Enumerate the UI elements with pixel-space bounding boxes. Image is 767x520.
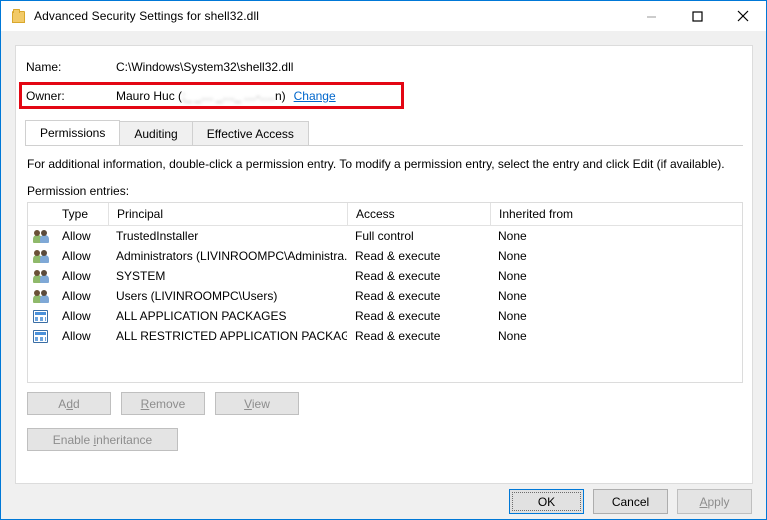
owner-display-name: Mauro Huc ( [116, 88, 183, 103]
users-icon [28, 289, 54, 304]
table-row[interactable]: Allow Users (LIVINROOMPC\Users) Read & exe… [28, 286, 742, 306]
cell-access: Read & execute [355, 249, 441, 263]
table-row[interactable]: Allow TrustedInstaller Full control None [28, 226, 742, 246]
header-icon-spacer [28, 203, 54, 225]
tab-effective-access[interactable]: Effective Access [191, 121, 309, 145]
view-button[interactable]: View [215, 392, 299, 415]
header-access[interactable]: Access [347, 203, 490, 225]
window-controls [628, 1, 766, 31]
cell-type: Allow [62, 329, 91, 343]
cell-inherited-from: None [498, 309, 527, 323]
tab-auditing[interactable]: Auditing [119, 121, 193, 145]
add-button[interactable]: Add [27, 392, 111, 415]
cancel-button[interactable]: Cancel [593, 489, 668, 514]
owner-redacted-email: ;_ _.... _...._ ....-..... [182, 88, 275, 103]
table-header-row: Type Principal Access Inherited from [28, 203, 742, 226]
cell-principal: Administrators (LIVINROOMPC\Administra..… [116, 249, 347, 263]
change-owner-link[interactable]: Change [294, 89, 336, 103]
table-body: Allow TrustedInstaller Full control None All… [28, 226, 742, 346]
tab-strip: Permissions Auditing Effective Access [25, 120, 743, 146]
advanced-security-settings-window: Advanced Security Settings for shell32.d… [0, 0, 767, 520]
cell-inherited-from: None [498, 249, 527, 263]
owner-value: Mauro Huc (;_ _.... _...._ ....-.....n) [116, 89, 286, 103]
cell-access: Read & execute [355, 269, 441, 283]
app-package-icon [28, 329, 54, 343]
info-text: For additional information, double-click… [27, 157, 725, 171]
cell-access: Read & execute [355, 289, 441, 303]
table-row[interactable]: Allow ALL APPLICATION PACKAGES Read & exec… [28, 306, 742, 326]
folder-icon [10, 8, 26, 24]
cell-access: Read & execute [355, 329, 441, 343]
cell-type: Allow [62, 249, 91, 263]
users-icon [28, 249, 54, 264]
cell-inherited-from: None [498, 229, 527, 243]
entry-action-buttons: Add Remove View [27, 392, 299, 415]
table-row[interactable]: Allow Administrators (LIVINROOMPC\Adminis… [28, 246, 742, 266]
header-inherited-from[interactable]: Inherited from [490, 203, 742, 225]
cell-principal: TrustedInstaller [116, 229, 199, 243]
close-button[interactable] [720, 1, 766, 31]
enable-inheritance-button[interactable]: Enable inheritance [27, 428, 178, 451]
permission-entries-label: Permission entries: [27, 184, 130, 198]
permission-entries-table[interactable]: Type Principal Access Inherited from All… [27, 202, 743, 383]
cell-type: Allow [62, 289, 91, 303]
header-type[interactable]: Type [54, 203, 108, 225]
title-bar[interactable]: Advanced Security Settings for shell32.d… [1, 1, 766, 31]
table-row[interactable]: Allow ALL RESTRICTED APPLICATION PACKAGES… [28, 326, 742, 346]
users-icon [28, 229, 54, 244]
ok-button[interactable]: OK [509, 489, 584, 514]
dialog-footer: OK Cancel Apply [1, 484, 766, 519]
cell-principal: ALL APPLICATION PACKAGES [116, 309, 287, 323]
cell-principal: ALL RESTRICTED APPLICATION PACKAGES [116, 329, 347, 343]
content-panel: Name: C:\Windows\System32\shell32.dll Ow… [15, 45, 753, 484]
maximize-button[interactable] [674, 1, 720, 31]
remove-button[interactable]: Remove [121, 392, 205, 415]
cell-inherited-from: None [498, 269, 527, 283]
name-value: C:\Windows\System32\shell32.dll [116, 60, 294, 74]
cell-principal: Users (LIVINROOMPC\Users) [116, 289, 278, 303]
cell-type: Allow [62, 229, 91, 243]
name-label: Name: [26, 60, 62, 74]
cell-type: Allow [62, 309, 91, 323]
tab-permissions[interactable]: Permissions [25, 120, 121, 145]
app-package-icon [28, 309, 54, 323]
users-icon [28, 269, 54, 284]
table-row[interactable]: Allow SYSTEM Read & execute None [28, 266, 742, 286]
permissions-tab-panel: For additional information, double-click… [25, 145, 743, 479]
owner-value-end: n) [274, 88, 286, 103]
window-title: Advanced Security Settings for shell32.d… [34, 9, 259, 23]
cell-type: Allow [62, 269, 91, 283]
cell-inherited-from: None [498, 289, 527, 303]
owner-highlight-box: Owner: Mauro Huc (;_ _.... _...._ ....-.… [19, 82, 404, 109]
header-principal[interactable]: Principal [108, 203, 347, 225]
name-row: Name: C:\Windows\System32\shell32.dll [16, 56, 752, 78]
owner-label: Owner: [26, 88, 65, 103]
owner-row: Owner: Mauro Huc (;_ _.... _...._ ....-.… [22, 85, 401, 106]
cell-inherited-from: None [498, 329, 527, 343]
minimize-button[interactable] [628, 1, 674, 31]
cell-principal: SYSTEM [116, 269, 166, 283]
apply-button[interactable]: Apply [677, 489, 752, 514]
cell-access: Full control [355, 229, 414, 243]
cell-access: Read & execute [355, 309, 441, 323]
